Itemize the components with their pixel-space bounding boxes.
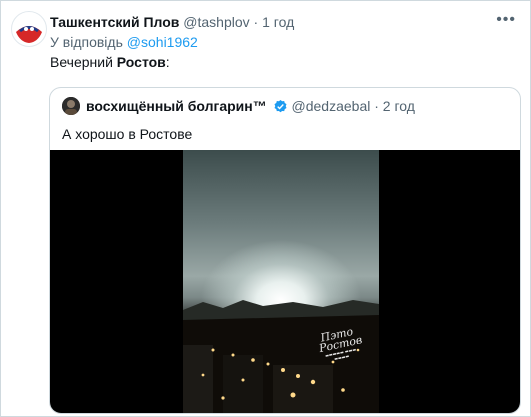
tweet-text: Вечерний Ростов: bbox=[50, 53, 170, 71]
reply-context: У відповідь @sohi1962 bbox=[50, 33, 198, 51]
quoted-tweet[interactable]: восхищённый болгарин™ @dedzaebal · 2 год… bbox=[49, 87, 521, 414]
quoted-header-separator: · bbox=[374, 98, 379, 114]
video-player[interactable]: Пэто Ростов ▬▬▬▬▬ ▬▬▬ ▬▬▬▬ bbox=[50, 150, 520, 413]
tweet-card[interactable]: Ташкентский Плов @tashplov · 1 год ••• У… bbox=[0, 0, 531, 417]
tweet-text-bold: Ростов bbox=[116, 54, 166, 70]
tweet-header: Ташкентский Плов @tashplov · 1 год bbox=[50, 13, 294, 31]
tweet-text-end: : bbox=[165, 54, 170, 70]
quoted-time[interactable]: 2 год bbox=[383, 98, 415, 114]
header-separator: · bbox=[253, 14, 259, 30]
author-avatar[interactable] bbox=[11, 11, 47, 47]
plov-logo-icon bbox=[13, 13, 45, 45]
reply-prefix: У відповідь bbox=[50, 34, 123, 50]
quoted-author-name[interactable]: восхищённый болгарин™ bbox=[86, 98, 267, 114]
author-handle[interactable]: @tashplov bbox=[183, 14, 249, 30]
quoted-author-handle[interactable]: @dedzaebal bbox=[292, 98, 371, 114]
quoted-author-avatar[interactable] bbox=[62, 97, 80, 115]
reply-to-link[interactable]: @sohi1962 bbox=[127, 34, 198, 50]
tweet-text-start: Вечерний bbox=[50, 54, 117, 70]
quoted-header: восхищённый болгарин™ @dedzaebal · 2 год bbox=[86, 97, 415, 115]
avatar-photo-icon bbox=[62, 97, 80, 115]
quoted-text: А хорошо в Ростове bbox=[62, 126, 193, 142]
tweet-time[interactable]: 1 год bbox=[262, 14, 294, 30]
more-horizontal-icon: ••• bbox=[496, 11, 516, 28]
city-skyline-graphic bbox=[183, 300, 379, 413]
video-frame[interactable]: Пэто Ростов ▬▬▬▬▬ ▬▬▬ ▬▬▬▬ bbox=[183, 150, 379, 413]
more-options-button[interactable]: ••• bbox=[496, 11, 516, 29]
author-name[interactable]: Ташкентский Плов bbox=[50, 14, 179, 30]
verified-badge-icon bbox=[271, 98, 292, 114]
